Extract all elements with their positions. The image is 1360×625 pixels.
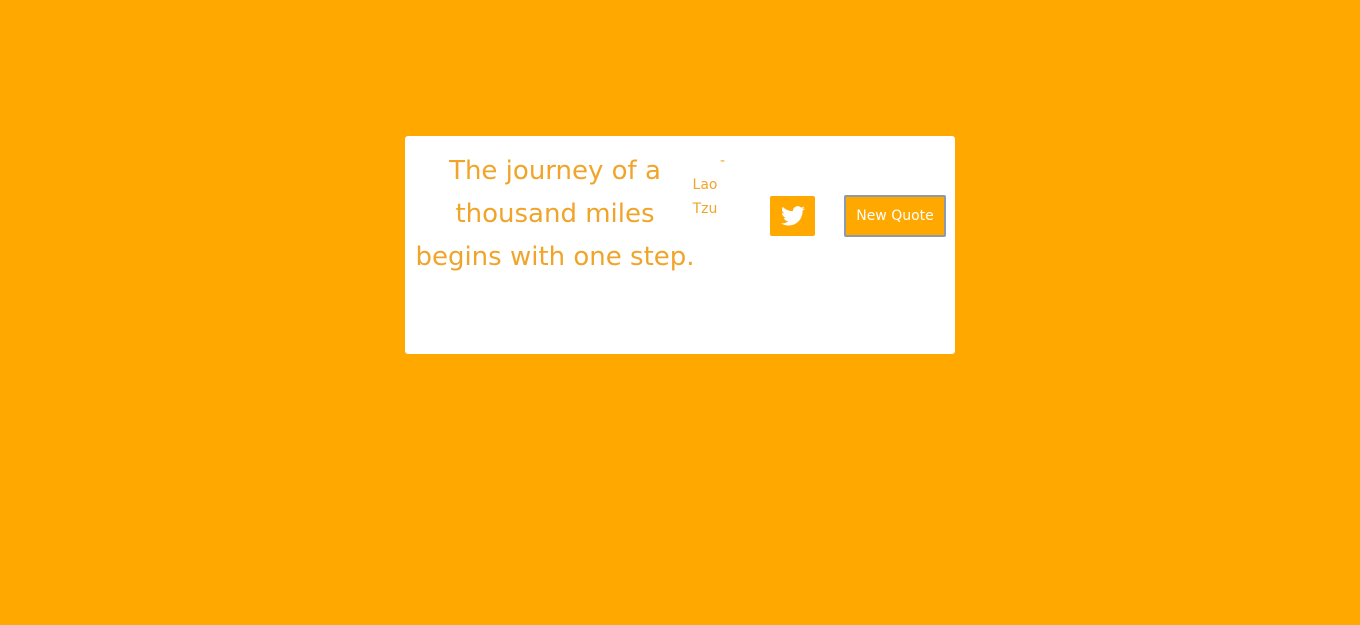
author-name: Lao Tzu xyxy=(692,177,718,217)
quote-card: The journey of a thousand miles begins w… xyxy=(405,136,955,354)
quote-text: The journey of a thousand miles begins w… xyxy=(415,156,695,272)
new-quote-button[interactable]: New Quote xyxy=(844,195,946,237)
twitter-icon xyxy=(780,206,805,226)
quote-author: - Lao Tzu xyxy=(681,149,725,221)
tweet-button[interactable] xyxy=(770,196,815,236)
author-dash: - xyxy=(719,153,725,169)
